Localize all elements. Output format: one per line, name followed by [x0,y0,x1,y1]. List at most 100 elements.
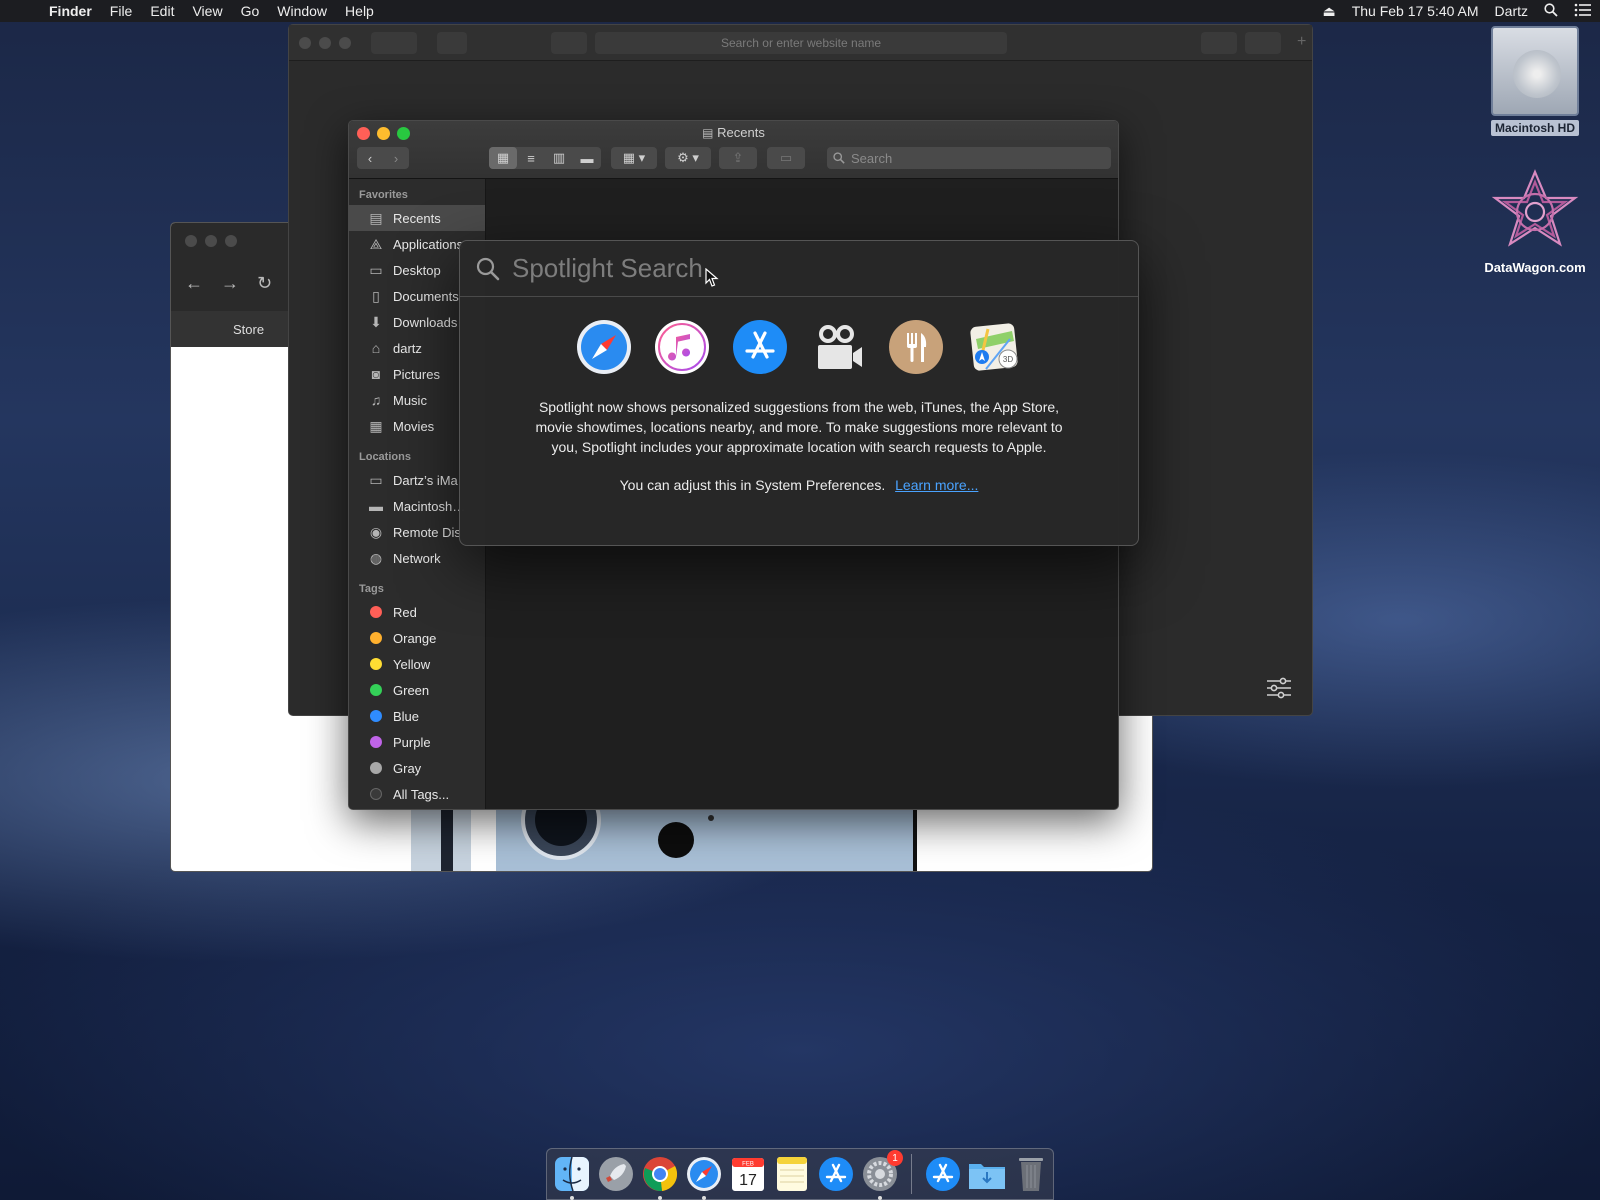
gallery-view-icon[interactable]: ▬ [573,147,601,169]
sidebar-item-label: Blue [393,708,420,724]
menu-clock[interactable]: Thu Feb 17 5:40 AM [1344,3,1487,19]
downloads-icon: ⬇ [370,313,382,330]
desktop-icon-label: DataWagon.com [1484,260,1586,275]
calendar-month: FEB [742,1162,754,1168]
sidebar-tag-green[interactable]: Green [349,677,485,703]
column-view-icon[interactable]: ▥ [545,147,573,169]
purple-tag-dot-icon [370,736,382,748]
dock-finder[interactable] [553,1154,591,1200]
sidebar-item-label: Green [393,682,430,698]
zoom-button-inactive[interactable] [339,37,351,49]
sidebar-tag-purple[interactable]: Purple [349,729,485,755]
address-bar[interactable]: Search or enter website name [595,32,1007,54]
recents-title-icon: ▤ [702,126,714,140]
gray-tag-dot-icon [370,762,382,774]
view-mode-control: ▦ ≡ ▥ ▬ [489,147,601,169]
launchpad-rocket-icon [599,1157,633,1191]
menu-go[interactable]: Go [232,3,269,19]
dock-app-store[interactable] [817,1154,855,1194]
menu-edit[interactable]: Edit [141,3,183,19]
spotlight-panel: 3D Spotlight now shows personalized sugg… [459,240,1139,546]
sidebar-toggle-button[interactable] [437,32,467,54]
search-placeholder: Search [851,150,893,166]
icon-view-icon[interactable]: ▦ [489,147,517,169]
spotlight-search-input[interactable] [512,253,1072,284]
sidebar-item-label: Purple [393,734,431,750]
menu-file[interactable]: File [101,3,142,19]
menu-view[interactable]: View [183,3,231,19]
menu-help[interactable]: Help [336,3,383,19]
sidebar-item-label: Red [393,604,417,620]
minimize-button-inactive[interactable] [319,37,331,49]
close-button-inactive[interactable] [299,37,311,49]
tag-button[interactable]: ▭ [767,147,805,169]
app-store-icon [819,1157,853,1191]
sidebar-tag-orange[interactable]: Orange [349,625,485,651]
sidebar-item-label: Remote Dis [393,524,461,540]
zoom-button-inactive[interactable] [225,235,237,247]
recents-icon: ▤ [369,209,383,226]
share-button[interactable] [1201,32,1237,54]
home-icon: ⌂ [371,340,381,356]
desktop-datawagon[interactable]: DataWagon.com [1470,168,1600,275]
sidebar-item-label: All Tags... [393,786,450,802]
dock-launchpad[interactable] [597,1154,635,1194]
sliders-icon[interactable] [1266,677,1292,699]
menu-app-name[interactable]: Finder [40,3,101,19]
tabs-overview-button[interactable] [1245,32,1281,54]
sidebar-item-network[interactable]: ◍ Network [349,545,485,571]
dock-trash[interactable] [1012,1154,1050,1194]
sidebar-tag-red[interactable]: Red [349,599,485,625]
reader-button[interactable] [551,32,587,54]
sidebar-section-tags: Tags [359,583,384,595]
group-by-button[interactable]: ▦ ▾ [611,147,657,169]
restaurants-icon [889,320,943,374]
downloads-folder-icon [969,1164,1005,1189]
desktop-macintosh-hd[interactable]: Macintosh HD [1487,26,1583,137]
pictures-icon: ◙ [371,366,381,382]
iphone-product-image [401,808,931,871]
nav-store-link[interactable]: Store [233,322,264,337]
sidebar-item-label: Desktop [393,262,441,278]
learn-more-link[interactable]: Learn more... [895,477,978,493]
dock-chrome[interactable] [641,1154,679,1200]
forward-arrow-icon[interactable]: → [221,273,239,294]
dock-safari[interactable] [685,1154,723,1200]
share-button[interactable]: ⇪ [719,147,757,169]
sidebar-tag-blue[interactable]: Blue [349,703,485,729]
finder-icon [555,1156,589,1192]
notes-icon [777,1157,807,1191]
back-forward-buttons[interactable] [371,32,417,54]
dock-system-preferences[interactable]: 1 [861,1150,903,1200]
back-arrow-icon[interactable]: ← [185,273,203,294]
list-view-icon[interactable]: ≡ [517,147,545,169]
menu-user[interactable]: Dartz [1487,3,1536,19]
dock-applications-stack[interactable] [924,1154,962,1194]
maps-icon: 3D [970,323,1018,371]
sidebar-item-recents[interactable]: ▤ Recents [349,205,485,231]
notification-center-icon[interactable] [1566,3,1600,20]
action-menu-button[interactable]: ⚙ ▾ [665,147,711,169]
sidebar-item-label: Yellow [393,656,431,672]
sidebar-tag-yellow[interactable]: Yellow [349,651,485,677]
dock-calendar[interactable]: FEB 17 [729,1154,767,1194]
sidebar-item-label: Gray [393,760,422,776]
new-tab-icon[interactable]: + [1297,33,1306,51]
sidebar-tag-gray[interactable]: Gray [349,755,485,781]
applications-folder-icon [926,1157,960,1191]
dock-notes[interactable] [773,1154,811,1194]
close-button-inactive[interactable] [185,235,197,247]
back-button[interactable]: ‹ [357,147,383,169]
minimize-button-inactive[interactable] [205,235,217,247]
menu-window[interactable]: Window [268,3,336,19]
forward-button[interactable]: › [383,147,409,169]
remote-disc-icon: ◉ [369,523,383,540]
spotlight-menu-icon[interactable] [1536,2,1566,20]
finder-search-field[interactable]: Search [827,147,1111,169]
red-tag-dot-icon [370,606,382,618]
reload-icon[interactable]: ↻ [257,273,272,294]
eject-icon[interactable]: ⏏ [1314,3,1343,20]
dock-downloads-stack[interactable] [968,1154,1006,1194]
computer-icon: ▭ [369,471,383,488]
sidebar-all-tags[interactable]: All Tags... [349,781,485,807]
